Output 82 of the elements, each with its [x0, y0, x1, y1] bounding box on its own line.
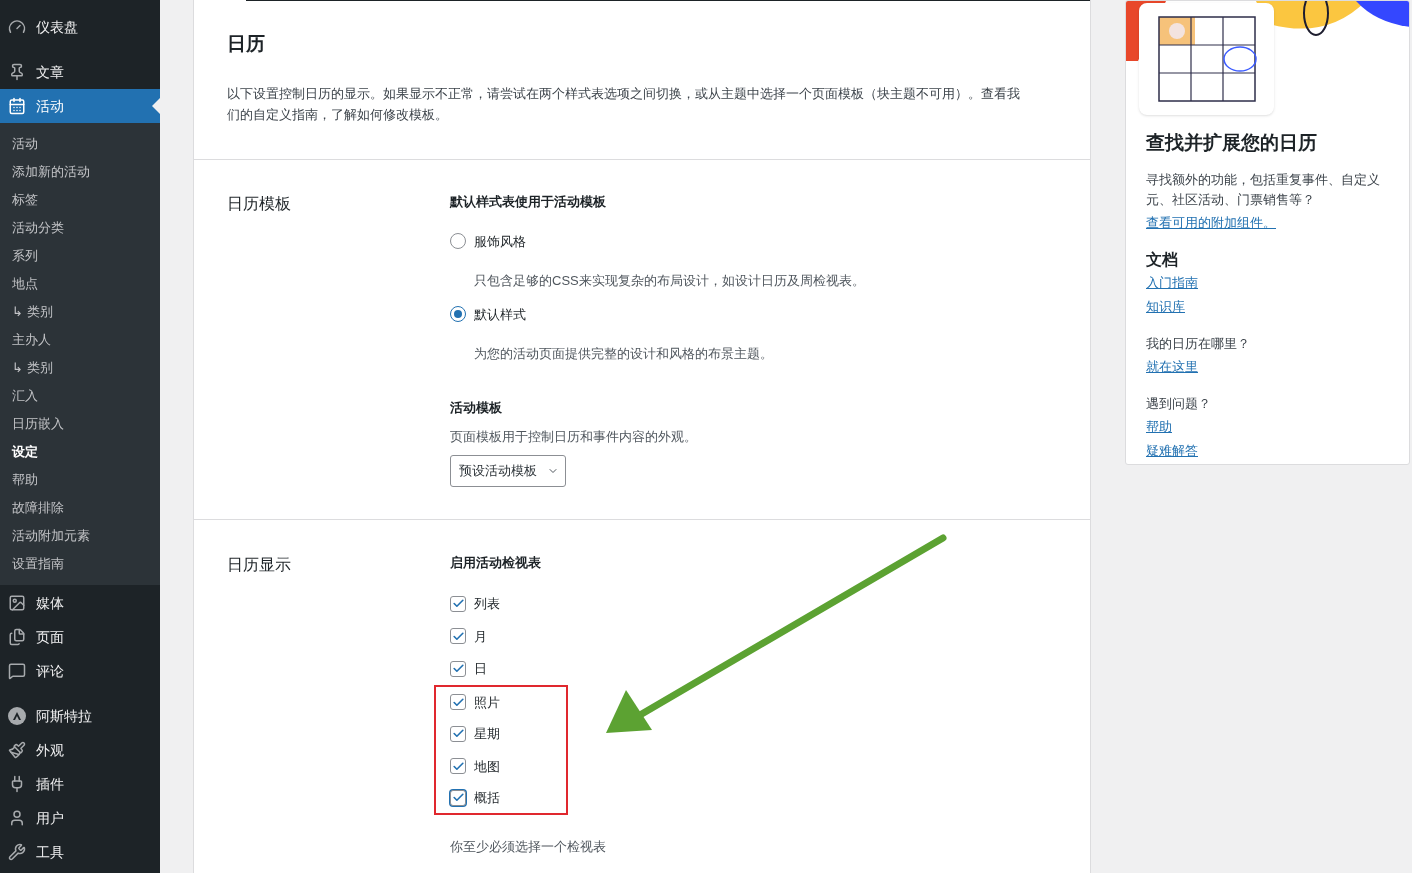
template-select[interactable]: 预设活动模板	[450, 454, 566, 487]
submenu-item[interactable]: 地点	[0, 270, 160, 298]
submenu-item[interactable]: 活动	[0, 130, 160, 158]
checkbox[interactable]	[450, 628, 466, 645]
media-icon	[8, 594, 26, 612]
submenu-item[interactable]: 帮助	[0, 466, 160, 494]
checkbox[interactable]	[450, 758, 466, 775]
submenu-item[interactable]: 日历嵌入	[0, 410, 160, 438]
radio-button[interactable]	[450, 233, 466, 250]
radio-label: 服饰风格	[474, 232, 526, 251]
checkbox-label: 月	[474, 627, 487, 646]
comment-icon	[8, 662, 26, 680]
section-heading: 默认样式表使用于活动模板	[450, 192, 607, 211]
help-link[interactable]: 就在这里	[1146, 358, 1198, 374]
gauge-icon	[8, 18, 26, 36]
radio-button[interactable]	[450, 306, 466, 323]
pointer-icon	[152, 98, 160, 114]
card-title: 查找并扩展您的日历	[1146, 131, 1318, 155]
checkbox-label: 概括	[474, 789, 500, 807]
calendar-icon	[8, 97, 26, 115]
check-icon	[451, 695, 465, 709]
menu-item[interactable]: 文章	[0, 55, 160, 89]
help-link[interactable]: 疑难解答	[1146, 442, 1198, 458]
question-text: 我的日历在哪里？	[1146, 334, 1251, 353]
submenu-item[interactable]: 添加新的活动	[0, 158, 160, 186]
menu-item[interactable]: 评论	[0, 654, 160, 688]
submenu-item[interactable]: ↳ 类别	[0, 298, 160, 326]
pin-icon	[8, 63, 26, 81]
submenu-item[interactable]: 系列	[0, 242, 160, 270]
menu-item[interactable]: 插件	[0, 767, 160, 801]
menu-item[interactable]: 工具	[0, 835, 160, 869]
check-icon	[451, 759, 465, 773]
user-icon	[8, 809, 26, 827]
docs-link[interactable]: 入门指南	[1146, 274, 1198, 290]
paintbrush-icon	[8, 741, 26, 759]
submenu-item[interactable]: 标签	[0, 186, 160, 214]
checkbox[interactable]	[450, 694, 466, 711]
note-text: 你至少必须选择一个检视表	[450, 838, 606, 856]
radio-description: 只包含足够的CSS来实现复杂的布局设计，如设计日历及周检视表。	[474, 272, 865, 290]
checkbox[interactable]	[450, 595, 466, 612]
help-link[interactable]: 帮助	[1146, 418, 1172, 434]
logo-icon	[8, 707, 26, 725]
section-heading: 启用活动检视表	[450, 553, 542, 572]
pages-icon	[8, 628, 26, 646]
section-label: 日历显示	[227, 554, 292, 575]
checkbox-label: 列表	[474, 595, 500, 613]
submenu-item[interactable]: 汇入	[0, 382, 160, 410]
menu-item[interactable]: 活动	[0, 89, 160, 123]
menu-item[interactable]: 媒体	[0, 586, 160, 620]
menu-item[interactable]: 阿斯特拉	[0, 699, 160, 733]
menu-item[interactable]: 用户	[0, 801, 160, 835]
menu-item[interactable]: 仪表盘	[0, 10, 160, 44]
submenu-item[interactable]: ↳ 类别	[0, 354, 160, 382]
checkbox-label: 日	[474, 660, 487, 678]
card-description: 寻找额外的功能，包括重复事件、自定义元、社区活动、门票销售等？	[1146, 170, 1381, 209]
docs-link[interactable]: 知识库	[1146, 298, 1185, 314]
description-text: 以下设置控制日历的显示。如果显示不正常，请尝试在两个样式表选项之间切换，或从主题中选择一个页面模板（块主题不可用）。查看我们的自定义指南，了解如何修改模板。	[227, 84, 1021, 124]
page-title: 日历	[227, 32, 266, 56]
radio-label: 默认样式	[474, 305, 526, 324]
wrench-icon	[8, 843, 26, 861]
submenu-item[interactable]: 故障排除	[0, 494, 160, 522]
submenu-item[interactable]: 活动分类	[0, 214, 160, 242]
submenu-item[interactable]: 主办人	[0, 326, 160, 354]
docs-heading: 文档	[1146, 249, 1179, 270]
check-icon	[451, 629, 465, 643]
submenu-item[interactable]: 设定	[0, 438, 160, 466]
checkbox[interactable]	[450, 660, 466, 677]
checkbox[interactable]	[450, 789, 466, 806]
section-heading: 活动模板	[450, 398, 503, 417]
hint-text: 页面模板用于控制日历和事件内容的外观。	[450, 428, 698, 446]
checkbox-label: 地图	[474, 757, 500, 776]
question-text: 遇到问题？	[1146, 394, 1212, 413]
section-label: 日历模板	[227, 193, 292, 214]
checkbox-label: 星期	[474, 725, 500, 743]
menu-item[interactable]: 页面	[0, 620, 160, 654]
radio-description: 为您的活动页面提供完整的设计和风格的布景主题。	[474, 345, 774, 363]
submenu-item[interactable]: 设置指南	[0, 550, 160, 578]
submenu-item[interactable]: 活动附加元素	[0, 522, 160, 550]
checkbox-label: 照片	[474, 693, 500, 712]
menu-item[interactable]: 外观	[0, 733, 160, 767]
addons-link[interactable]: 查看可用的附加组件。	[1146, 214, 1276, 230]
checkbox[interactable]	[450, 725, 466, 742]
